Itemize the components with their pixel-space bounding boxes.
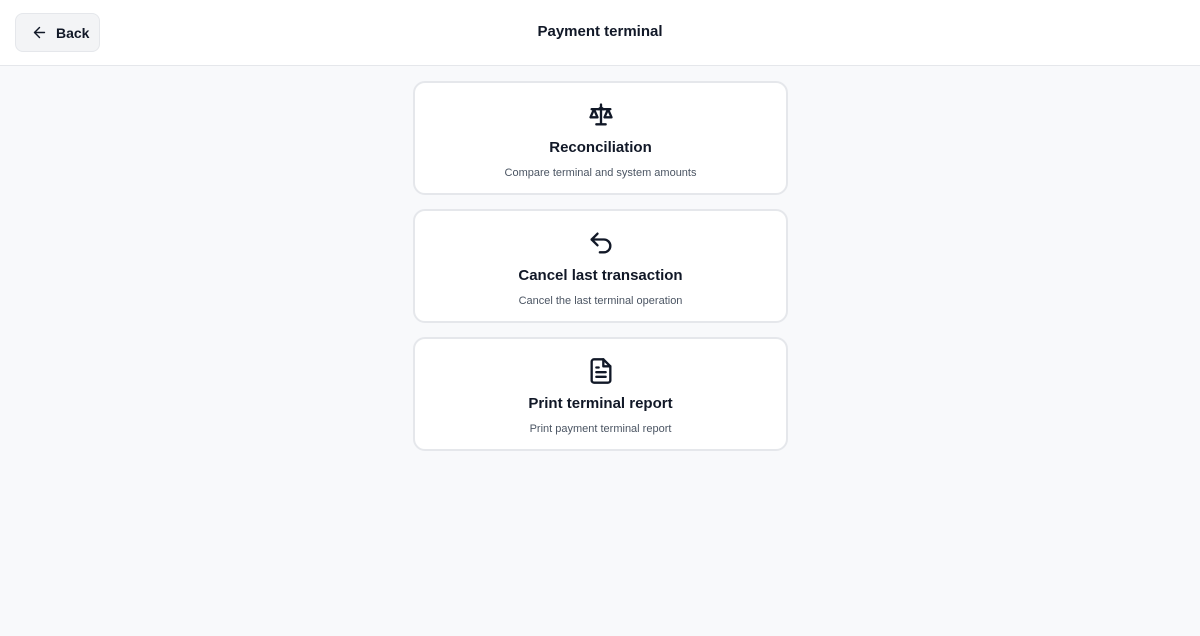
back-button[interactable]: Back	[15, 13, 100, 52]
card-title: Cancel last transaction	[518, 267, 683, 284]
back-button-label: Back	[56, 24, 90, 41]
print-terminal-report-card[interactable]: Print terminal report Print payment term…	[413, 337, 788, 451]
card-description: Print payment terminal report	[529, 423, 672, 435]
top-bar: Back Payment terminal	[0, 0, 1200, 66]
page-title: Payment terminal	[537, 23, 663, 40]
scale-icon	[587, 101, 615, 129]
document-icon	[587, 357, 615, 385]
card-title: Print terminal report	[528, 395, 673, 412]
card-title: Reconciliation	[549, 139, 652, 156]
undo-icon	[587, 229, 615, 257]
reconciliation-card[interactable]: Reconciliation Compare terminal and syst…	[413, 81, 788, 195]
card-description: Cancel the last terminal operation	[518, 295, 683, 307]
action-list: Reconciliation Compare terminal and syst…	[413, 81, 788, 465]
arrow-left-icon	[31, 24, 48, 41]
cancel-last-transaction-card[interactable]: Cancel last transaction Cancel the last …	[413, 209, 788, 323]
card-description: Compare terminal and system amounts	[504, 167, 697, 179]
